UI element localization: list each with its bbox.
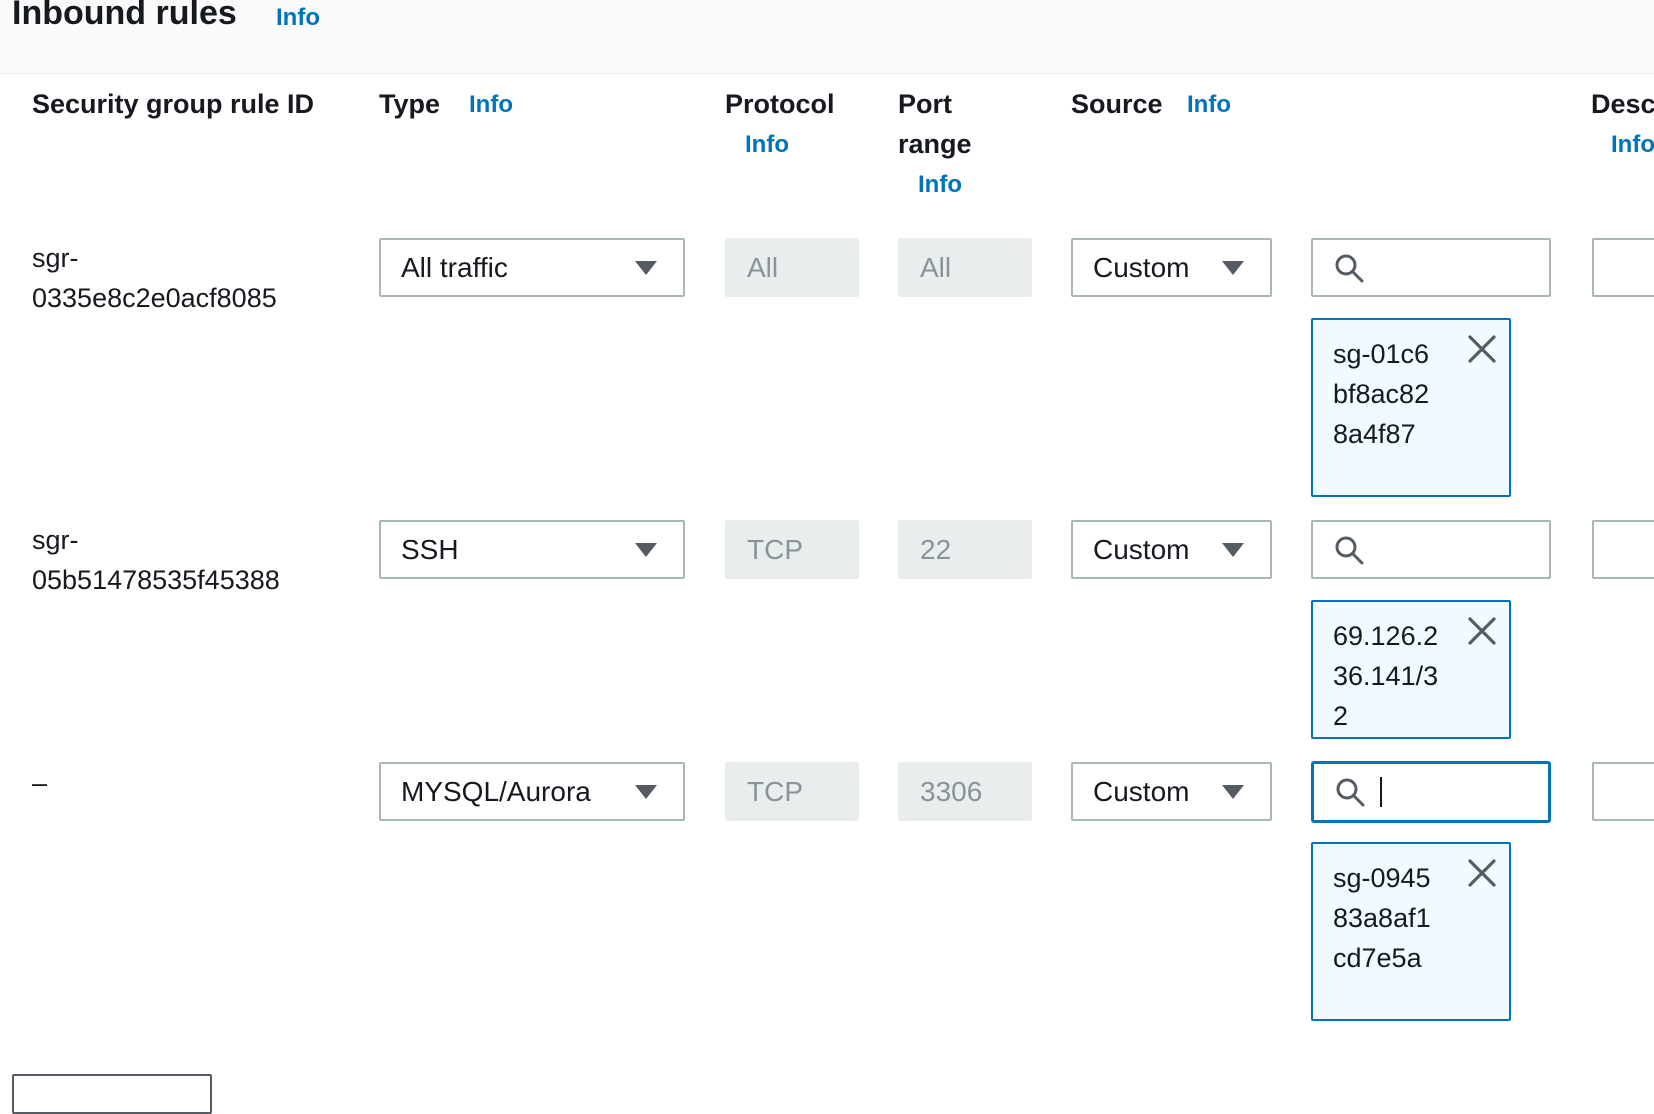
port-range-field: 22 <box>898 520 1032 579</box>
protocol-field: TCP <box>725 762 859 821</box>
rule-id: sgr- <box>32 525 79 555</box>
source-token-value: 69.126.236.141/32 <box>1333 621 1439 731</box>
caret-down-icon <box>635 784 657 799</box>
search-icon <box>1335 254 1364 282</box>
close-icon[interactable] <box>1467 858 1497 888</box>
caret-down-icon <box>635 542 657 557</box>
port-range-value: 22 <box>920 533 952 565</box>
col-header-source: Source <box>1071 89 1163 119</box>
protocol-value: TCP <box>747 775 803 807</box>
description-info-link[interactable]: Info <box>1611 131 1654 159</box>
source-select[interactable]: Custom <box>1071 762 1272 821</box>
source-search-input[interactable] <box>1311 761 1551 823</box>
source-search-input[interactable] <box>1311 238 1551 297</box>
text-cursor <box>1380 777 1382 807</box>
port-range-value: All <box>920 251 952 283</box>
description-input[interactable] <box>1592 238 1654 297</box>
type-select-value: MYSQL/Aurora <box>401 775 591 807</box>
type-info-link[interactable]: Info <box>469 91 513 119</box>
close-icon[interactable] <box>1467 334 1497 364</box>
page-title: Inbound rules <box>12 0 237 32</box>
source-search-input[interactable] <box>1311 520 1551 579</box>
type-select-value: SSH <box>401 533 459 565</box>
source-info-link[interactable]: Info <box>1187 91 1231 119</box>
port-range-field: All <box>898 238 1032 297</box>
rule-id: – <box>32 768 48 798</box>
source-token-value: sg-094583a8af1cd7e5a <box>1333 863 1431 973</box>
type-select[interactable]: SSH <box>379 520 685 579</box>
source-token-value: sg-01c6bf8ac828a4f87 <box>1333 339 1430 449</box>
type-select[interactable]: MYSQL/Aurora <box>379 762 685 821</box>
caret-down-icon <box>1222 784 1244 799</box>
close-icon[interactable] <box>1467 616 1497 646</box>
caret-down-icon <box>1222 260 1244 275</box>
type-select[interactable]: All traffic <box>379 238 685 297</box>
col-header-description: Desc <box>1591 89 1654 119</box>
port-range-value: 3306 <box>920 775 983 807</box>
source-select-value: Custom <box>1093 775 1190 807</box>
description-input[interactable] <box>1592 762 1654 821</box>
protocol-value: All <box>747 251 779 283</box>
port-range-field: 3306 <box>898 762 1032 821</box>
source-token: 69.126.236.141/32 <box>1311 600 1511 739</box>
col-header-port-range-line2: range <box>898 129 972 159</box>
protocol-field: TCP <box>725 520 859 579</box>
col-header-protocol: Protocol <box>725 89 835 119</box>
col-header-port-range-line1: Port <box>898 89 952 119</box>
source-select-value: Custom <box>1093 533 1190 565</box>
add-rule-button[interactable] <box>12 1074 212 1114</box>
port-range-info-link[interactable]: Info <box>918 171 962 199</box>
source-select[interactable]: Custom <box>1071 520 1272 579</box>
header-info-link[interactable]: Info <box>276 4 320 32</box>
caret-down-icon <box>1222 542 1244 557</box>
col-header-type: Type <box>379 89 441 119</box>
source-token: sg-01c6bf8ac828a4f87 <box>1311 318 1511 497</box>
type-select-value: All traffic <box>401 251 508 283</box>
search-icon <box>1335 536 1364 564</box>
source-select-value: Custom <box>1093 251 1190 283</box>
source-select[interactable]: Custom <box>1071 238 1272 297</box>
col-header-rule-id: Security group rule ID <box>32 89 315 119</box>
protocol-field: All <box>725 238 859 297</box>
protocol-value: TCP <box>747 533 803 565</box>
inbound-rules-header: Inbound rules Info <box>0 0 1654 74</box>
rule-id: sgr- <box>32 243 79 273</box>
rule-id-value: 05b51478535f45388 <box>32 565 280 595</box>
protocol-info-link[interactable]: Info <box>745 131 789 159</box>
rule-id-value: 0335e8c2e0acf8085 <box>32 283 277 313</box>
search-icon <box>1336 778 1365 807</box>
source-token: sg-094583a8af1cd7e5a <box>1311 842 1511 1021</box>
description-input[interactable] <box>1592 520 1654 579</box>
caret-down-icon <box>635 260 657 275</box>
